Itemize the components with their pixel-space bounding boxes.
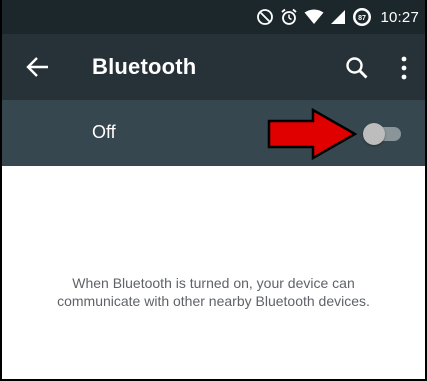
app-bar: Bluetooth (2, 34, 425, 100)
more-vert-icon[interactable] (394, 54, 414, 82)
page-title: Bluetooth (92, 54, 197, 79)
signal-icon (331, 10, 346, 24)
bluetooth-switch[interactable] (363, 123, 403, 145)
info-line-2: communicate with other nearby Bluetooth … (57, 293, 370, 309)
status-icons: 87 10:27 (256, 0, 419, 34)
battery-icon: 87 (353, 8, 372, 26)
toggle-state-label: Off (92, 122, 116, 142)
info-line-1: When Bluetooth is turned on, your device… (72, 275, 355, 291)
bluetooth-info-text: When Bluetooth is turned on, your device… (2, 274, 425, 310)
back-arrow-icon[interactable] (24, 53, 52, 81)
bluetooth-toggle-row[interactable]: Off (2, 100, 425, 166)
switch-thumb (363, 123, 385, 145)
bluetooth-settings-screen: 87 10:27 Bluetooth Off When Bluetooth is… (0, 0, 427, 381)
search-icon[interactable] (344, 55, 370, 81)
alarm-icon (281, 8, 298, 25)
battery-level: 87 (359, 15, 367, 22)
status-bar: 87 10:27 (2, 0, 425, 34)
do-not-disturb-icon (257, 9, 274, 25)
red-arrow-annotation (267, 108, 357, 160)
wifi-icon (304, 9, 324, 24)
content-area: When Bluetooth is turned on, your device… (2, 166, 425, 379)
status-time: 10:27 (380, 8, 419, 26)
